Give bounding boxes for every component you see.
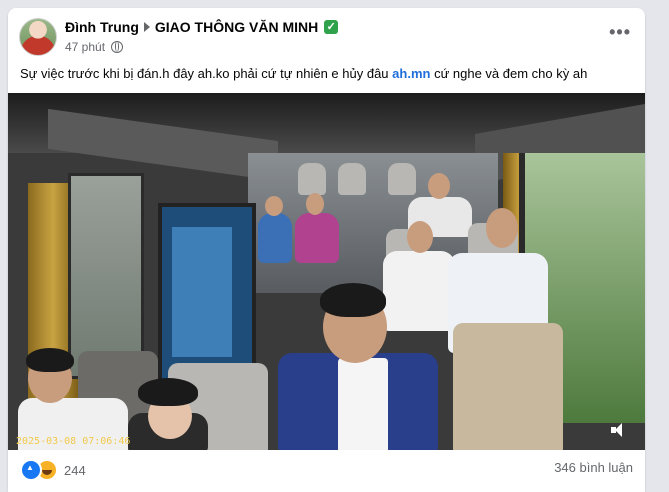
globe-icon (111, 41, 124, 53)
passenger-hair (138, 378, 198, 406)
seat (388, 163, 416, 195)
post-author-line: Đình Trung GIAO THÔNG VĂN MINH ✓ (65, 19, 339, 35)
passenger (295, 213, 339, 263)
arrow-right-icon (143, 22, 150, 32)
video-player[interactable]: 2025-03-08 07:06:46 (8, 93, 645, 450)
like-icon (20, 459, 42, 481)
reaction-count: 244 (64, 462, 86, 478)
shirt (338, 358, 388, 450)
post-header: Đình Trung GIAO THÔNG VĂN MINH ✓ 47 phút… (8, 8, 645, 64)
reactions-summary[interactable]: 244 (20, 459, 86, 481)
passenger-head (486, 208, 518, 248)
author-name[interactable]: Đình Trung (65, 19, 139, 35)
passenger (383, 251, 455, 331)
passenger-head (265, 196, 283, 216)
post-card: Đình Trung GIAO THÔNG VĂN MINH ✓ 47 phút… (8, 8, 645, 492)
passenger-head (407, 221, 433, 253)
window-left (68, 173, 144, 379)
post-meta: 47 phút (65, 40, 124, 54)
passenger-head (306, 193, 324, 215)
seat (453, 323, 563, 450)
seat (338, 163, 366, 195)
post-time[interactable]: 47 phút (65, 40, 105, 54)
passenger-hair (320, 283, 386, 317)
speaker-icon[interactable] (611, 423, 631, 437)
author-avatar[interactable] (19, 18, 57, 56)
passenger-hair (26, 348, 74, 372)
post-link[interactable]: ah.mn (392, 66, 430, 81)
post-text-main: Sự việc trước khi bị đán.h đây ah.ko phả… (20, 66, 393, 81)
group-name[interactable]: GIAO THÔNG VĂN MINH (155, 19, 318, 35)
post-footer: 244 346 bình luận (8, 450, 645, 492)
post-text: Sự việc trước khi bị đán.h đây ah.ko phả… (20, 66, 587, 81)
video-timestamp: 2025-03-08 07:06:46 (16, 436, 131, 447)
verified-check-icon: ✓ (324, 20, 339, 34)
more-options-button[interactable]: ••• (609, 22, 631, 43)
passenger-head (428, 173, 450, 199)
post-text-end: cứ nghe và đem cho kỳ ah (430, 66, 588, 81)
seat (298, 163, 326, 195)
passenger (258, 213, 292, 263)
comments-count-link[interactable]: 346 bình luận (554, 460, 633, 475)
door-glass (172, 227, 232, 357)
